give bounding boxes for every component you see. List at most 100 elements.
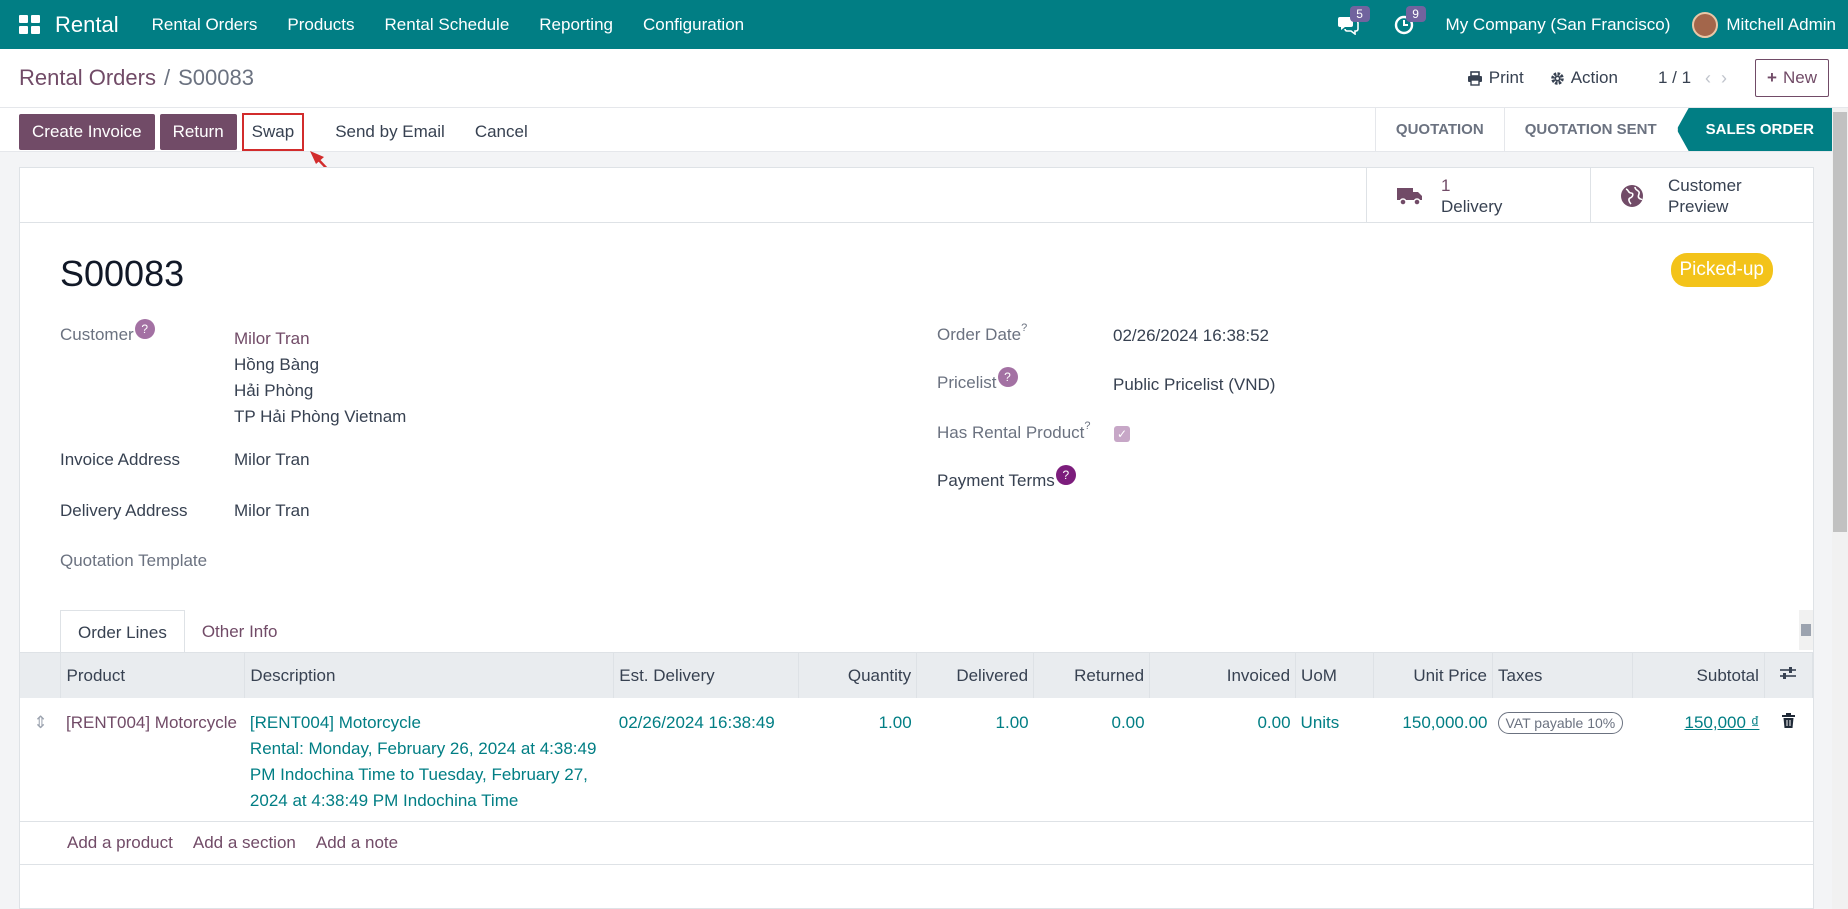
delete-line-button[interactable]: [1764, 698, 1812, 824]
delivery-address-field[interactable]: Milor Tran: [234, 501, 310, 521]
payment-terms-label: Payment Terms?: [937, 465, 1076, 491]
globe-icon: [1621, 184, 1643, 207]
line-quantity[interactable]: 1.00: [799, 698, 917, 824]
add-section-link[interactable]: Add a section: [193, 833, 296, 853]
activities-button[interactable]: 9: [1376, 0, 1432, 49]
apps-grid-icon[interactable]: [19, 14, 41, 35]
stage-quotation[interactable]: QUOTATION: [1374, 108, 1504, 151]
pager-prev-icon[interactable]: ‹: [1705, 68, 1721, 88]
delivery-smart-button[interactable]: 1 Delivery: [1366, 168, 1590, 223]
tab-other-info[interactable]: Other Info: [185, 610, 295, 653]
line-description[interactable]: [RENT004] Motorcycle Rental: Monday, Feb…: [245, 698, 614, 824]
gear-icon: [1550, 71, 1564, 85]
column-delivered[interactable]: Delivered: [916, 653, 1035, 698]
customer-name[interactable]: Milor Tran: [234, 326, 406, 352]
order-date-help[interactable]: ?: [1021, 322, 1027, 334]
column-taxes[interactable]: Taxes: [1492, 653, 1633, 698]
column-est-delivery[interactable]: Est. Delivery: [613, 653, 800, 698]
line-taxes[interactable]: VAT payable 10%: [1493, 698, 1633, 824]
column-unit-price[interactable]: Unit Price: [1373, 653, 1493, 698]
column-uom[interactable]: UoM: [1295, 653, 1375, 698]
breadcrumb: Rental Orders / S00083: [19, 65, 254, 91]
messages-button[interactable]: 5: [1320, 0, 1376, 49]
delivery-smart-label: 1 Delivery: [1441, 175, 1502, 217]
line-product[interactable]: [RENT004] Motorcycle: [61, 698, 245, 824]
line-returned[interactable]: 0.00: [1034, 698, 1150, 824]
customer-address-2: Hải Phòng: [234, 381, 314, 400]
return-button[interactable]: Return: [159, 114, 237, 150]
app-brand[interactable]: Rental: [55, 12, 119, 38]
page-scrollbar-thumb[interactable]: [1833, 112, 1847, 532]
company-switcher[interactable]: My Company (San Francisco): [1446, 15, 1671, 35]
truck-icon: [1397, 187, 1422, 206]
trash-icon: [1781, 713, 1795, 728]
drag-handle-icon[interactable]: ⇕: [20, 698, 61, 824]
column-description[interactable]: Description: [244, 653, 615, 698]
column-product[interactable]: Product: [60, 653, 246, 698]
form-sheet: 1 Delivery Customer Preview S00083 Picke…: [19, 167, 1814, 909]
table-row[interactable]: ⇕ [RENT004] Motorcycle [RENT004] Motorcy…: [20, 698, 1813, 824]
line-uom[interactable]: Units: [1296, 698, 1374, 824]
menu-configuration[interactable]: Configuration: [628, 15, 759, 35]
menu-products[interactable]: Products: [272, 15, 369, 35]
tax-tag[interactable]: VAT payable 10%: [1497, 712, 1624, 734]
breadcrumb-rental-orders[interactable]: Rental Orders: [19, 65, 156, 90]
pricelist-field[interactable]: Public Pricelist (VND): [1113, 375, 1275, 395]
line-delivered[interactable]: 1.00: [917, 698, 1034, 824]
line-est-delivery[interactable]: 02/26/2024 16:38:49: [614, 698, 799, 824]
optional-columns-toggle[interactable]: [1764, 653, 1814, 698]
pager-value[interactable]: 1 / 1: [1658, 68, 1691, 88]
action-button[interactable]: Action: [1550, 68, 1618, 88]
invoice-address-field[interactable]: Milor Tran: [234, 450, 310, 470]
create-invoice-button[interactable]: Create Invoice: [19, 114, 155, 150]
help-icon[interactable]: ?: [1055, 465, 1076, 485]
column-returned[interactable]: Returned: [1033, 653, 1151, 698]
add-line-row: Add a product Add a section Add a note: [20, 821, 1813, 865]
order-date-field[interactable]: 02/26/2024 16:38:52: [1113, 326, 1269, 346]
cancel-button[interactable]: Cancel: [460, 114, 543, 150]
delivery-count: 1: [1441, 175, 1451, 195]
activities-badge: 9: [1405, 6, 1426, 22]
payment-terms-field[interactable]: [1113, 468, 1613, 494]
send-by-email-button[interactable]: Send by Email: [320, 114, 460, 150]
form-action-buttons: Create Invoice Return Swap Send by Email…: [19, 113, 543, 151]
quotation-template-field[interactable]: [234, 546, 794, 572]
pager-next-icon[interactable]: ›: [1721, 68, 1737, 88]
column-quantity[interactable]: Quantity: [798, 653, 918, 698]
pager-arrows[interactable]: ‹›: [1705, 68, 1737, 89]
rental-product-help[interactable]: ?: [1084, 420, 1090, 432]
menu-rental-orders[interactable]: Rental Orders: [137, 15, 273, 35]
add-product-link[interactable]: Add a product: [67, 833, 173, 853]
top-menu: Rental Orders Products Rental Schedule R…: [137, 15, 760, 35]
menu-reporting[interactable]: Reporting: [524, 15, 628, 35]
swap-button[interactable]: Swap: [241, 113, 305, 151]
rental-product-label-text: Has Rental Product: [937, 423, 1085, 442]
column-subtotal[interactable]: Subtotal: [1632, 653, 1765, 698]
customer-value[interactable]: Milor Tran Hồng Bàng Hải Phòng TP Hải Ph…: [234, 326, 406, 430]
avatar[interactable]: [1692, 11, 1719, 38]
order-lines-table: Product Description Est. Delivery Quanti…: [20, 653, 1814, 824]
help-icon[interactable]: ?: [997, 367, 1018, 387]
help-icon[interactable]: ?: [134, 319, 155, 339]
new-label: New: [1782, 68, 1817, 87]
line-unit-price[interactable]: 150,000.00: [1374, 698, 1493, 824]
systray: 5 9 My Company (San Francisco) Mitchell …: [1320, 0, 1848, 49]
add-note-link[interactable]: Add a note: [316, 833, 398, 853]
tabs-scroll-thumb[interactable]: [1801, 624, 1811, 636]
order-date-label: Order Date?: [937, 322, 1027, 345]
stage-quotation-sent[interactable]: QUOTATION SENT: [1503, 108, 1677, 151]
tabs-scroller[interactable]: [1799, 610, 1813, 650]
stage-sales-order[interactable]: SALES ORDER: [1676, 108, 1834, 151]
action-label: Action: [1570, 68, 1618, 87]
menu-rental-schedule[interactable]: Rental Schedule: [370, 15, 525, 35]
line-description-3: PM Indochina Time to Tuesday, February 2…: [249, 765, 588, 784]
user-menu[interactable]: Mitchell Admin: [1726, 15, 1836, 35]
payment-terms-label-text: Payment Terms: [937, 471, 1055, 490]
messages-badge: 5: [1349, 6, 1370, 22]
customer-preview-button[interactable]: Customer Preview: [1590, 168, 1813, 223]
print-button[interactable]: Print: [1467, 68, 1524, 88]
rental-product-checkbox[interactable]: ✓: [1114, 426, 1130, 442]
new-button[interactable]: + New: [1755, 59, 1829, 97]
column-invoiced[interactable]: Invoiced: [1149, 653, 1297, 698]
tab-order-lines[interactable]: Order Lines: [60, 610, 185, 653]
